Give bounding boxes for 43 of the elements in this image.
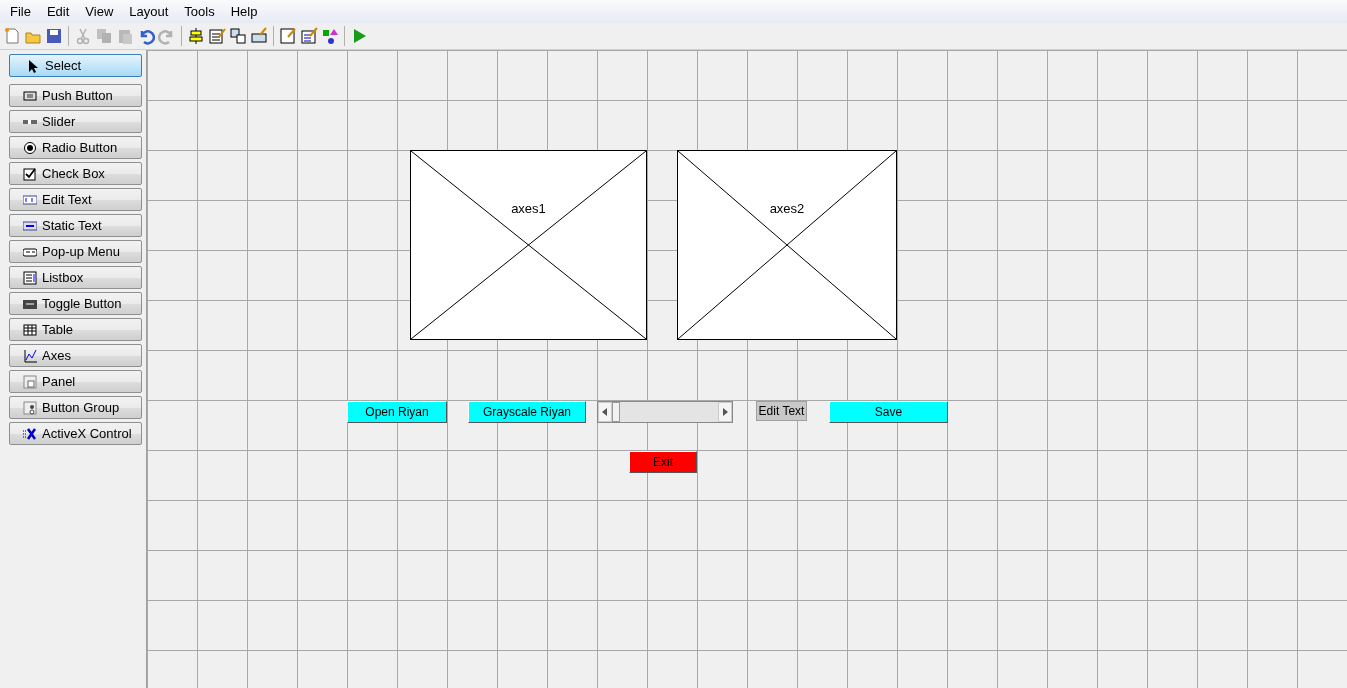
edit-text-field[interactable]: Edit Text (756, 401, 807, 421)
save-icon[interactable] (45, 27, 63, 45)
table-icon (23, 322, 37, 337)
menu-item[interactable]: Edit (38, 4, 78, 19)
palette-button[interactable]: Button Group (9, 396, 142, 419)
menu-item[interactable]: View (77, 4, 122, 19)
palette-button[interactable]: Check Box (9, 162, 142, 185)
axes-placeholder[interactable]: axes1 (410, 150, 647, 340)
slider[interactable] (597, 401, 733, 423)
palette-button[interactable]: Panel (9, 370, 142, 393)
palette-button[interactable]: Listbox (9, 266, 142, 289)
push-button[interactable]: Exit (629, 451, 697, 473)
axes-label: axes1 (511, 201, 546, 216)
radio-icon (23, 140, 37, 155)
palette-button[interactable]: Slider (9, 110, 142, 133)
slider-thumb[interactable] (612, 402, 620, 422)
palette-button[interactable]: Push Button (9, 84, 142, 107)
new-icon[interactable] (3, 27, 21, 45)
check-icon (23, 166, 37, 181)
axes-icon (23, 348, 37, 363)
push-button[interactable]: Grayscale Riyan (468, 401, 586, 423)
palette-button[interactable]: Toggle Button (9, 292, 142, 315)
align-icon[interactable] (187, 27, 205, 45)
menu-item[interactable]: Help (222, 4, 266, 19)
pointer-icon (26, 58, 40, 73)
menu-item[interactable]: Tools (176, 4, 223, 19)
palette-button[interactable]: Axes (9, 344, 142, 367)
list-icon (23, 270, 37, 285)
palette-button[interactable]: Radio Button (9, 136, 142, 159)
axes-placeholder[interactable]: axes2 (677, 150, 897, 340)
palette-button[interactable]: Edit Text (9, 188, 142, 211)
menu-item[interactable]: Layout (121, 4, 177, 19)
activex-icon (23, 426, 37, 441)
palette-button[interactable]: Select (9, 54, 142, 77)
menu-item[interactable]: File (2, 4, 39, 19)
panel-icon (23, 374, 37, 389)
palette-button[interactable]: Static Text (9, 214, 142, 237)
palette-button[interactable]: Pop-up Menu (9, 240, 142, 263)
push-button[interactable]: Save (829, 401, 948, 423)
push-button[interactable]: Open Riyan (347, 401, 447, 423)
palette-button[interactable]: ActiveX Control (9, 422, 142, 445)
palette-button[interactable]: Table (9, 318, 142, 341)
axes-label: axes2 (769, 201, 805, 216)
